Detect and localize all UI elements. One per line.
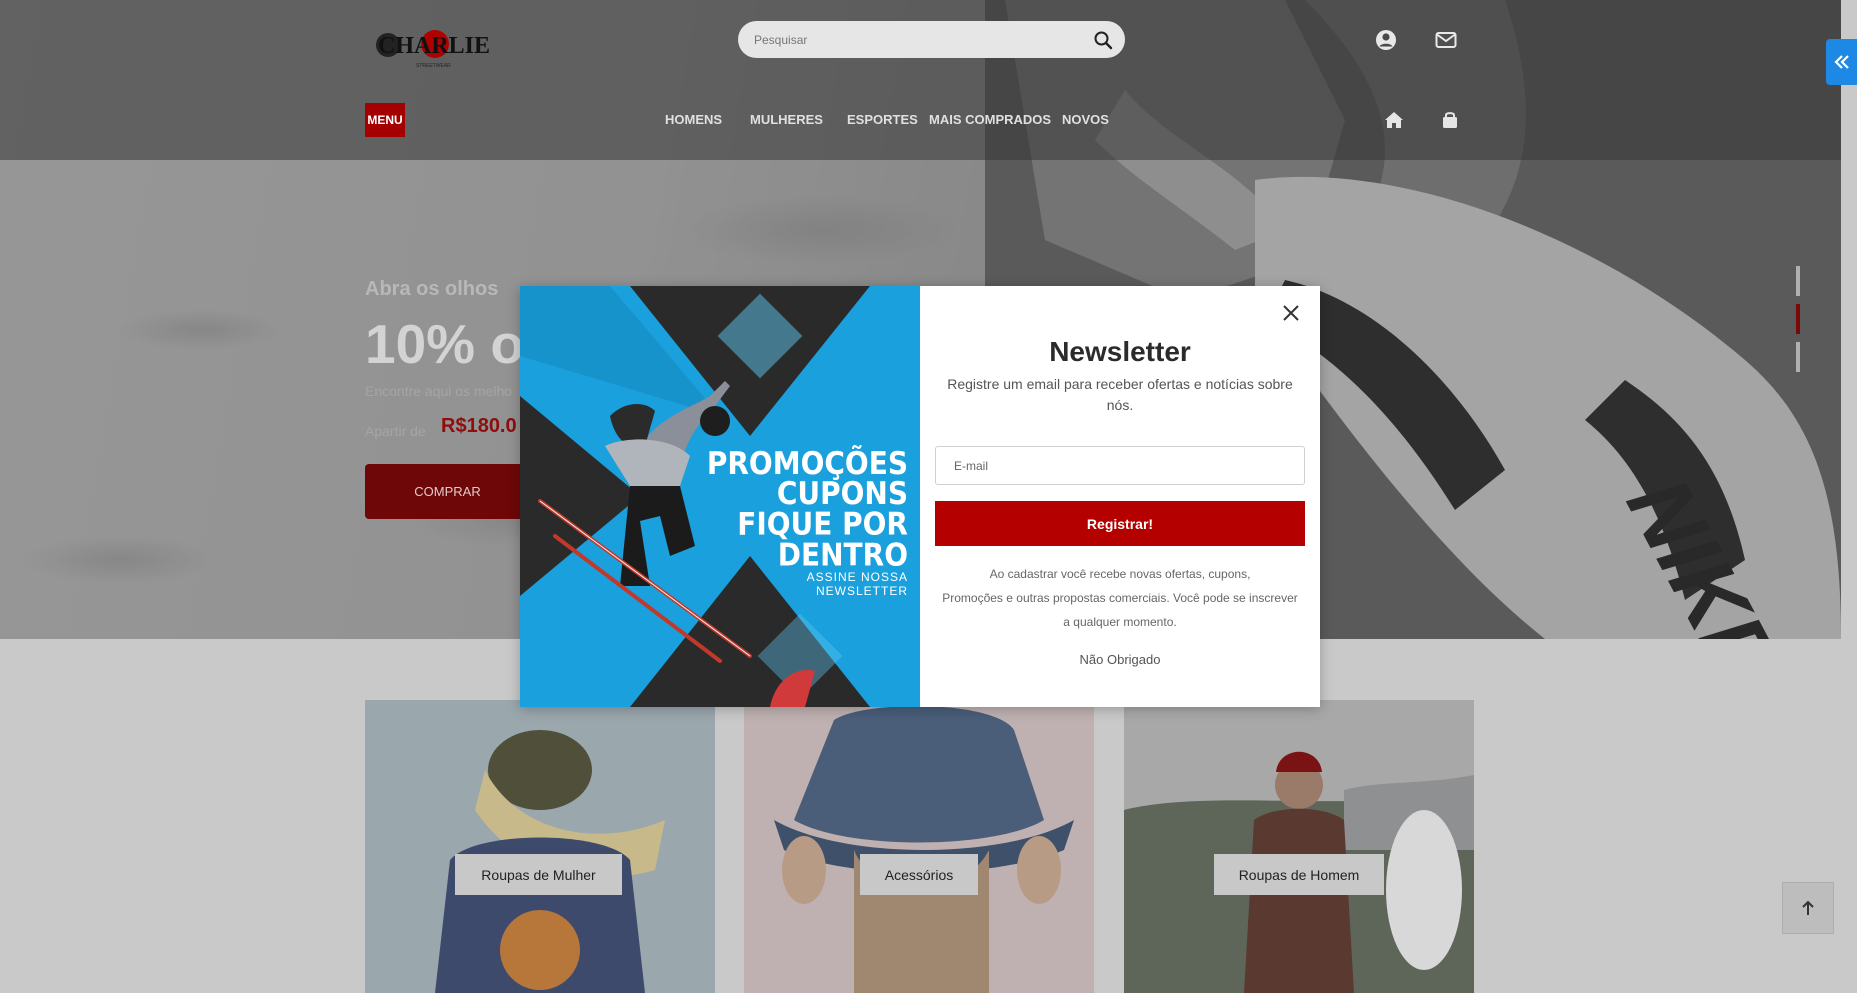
category-card-accessories[interactable]: Acessórios: [744, 700, 1094, 993]
logo-text: CHARLIE: [378, 33, 490, 59]
menu-button[interactable]: MENU: [365, 103, 405, 137]
hero-kicker: Abra os olhos: [365, 278, 499, 300]
legal-line-3: a qualquer momento.: [1063, 615, 1177, 629]
site-logo[interactable]: CHARLIE STREETWEAR: [374, 26, 494, 70]
no-thanks-link[interactable]: Não Obrigado: [920, 652, 1320, 667]
arrow-up-icon: [1802, 900, 1814, 915]
slider-indicator-3[interactable]: [1796, 342, 1800, 372]
email-field[interactable]: [935, 446, 1305, 485]
scroll-to-top-button[interactable]: [1782, 882, 1834, 934]
hero-subtitle: Encontre aqui os melho: [365, 383, 513, 399]
home-icon[interactable]: [1383, 109, 1405, 131]
hero-title: 10% o: [365, 313, 524, 375]
mail-icon[interactable]: [1434, 28, 1458, 52]
newsletter-description: Registre um email para receber ofertas e…: [947, 376, 1293, 413]
slider-indicator-1[interactable]: [1796, 266, 1800, 296]
site-header: CHARLIE STREETWEAR MENU HOMENS MULHERES …: [0, 0, 1841, 160]
newsletter-promo-image: PROMOÇÕES CUPONS FIQUE POR DENTRO ASSINE…: [520, 286, 920, 707]
men-clothing-image: [1124, 700, 1474, 993]
nav-esportes[interactable]: ESPORTES: [847, 112, 918, 127]
nav-mulheres[interactable]: MULHERES: [750, 112, 823, 127]
accessories-image: [744, 700, 1094, 993]
category-label-women[interactable]: Roupas de Mulher: [455, 854, 622, 895]
category-label-men[interactable]: Roupas de Homem: [1214, 854, 1384, 895]
slider-indicator-2[interactable]: [1796, 304, 1800, 334]
promo-graphic: PROMOÇÕES CUPONS FIQUE POR DENTRO ASSINE…: [520, 286, 920, 707]
buy-button[interactable]: COMPRAR: [365, 464, 530, 519]
register-button[interactable]: Registrar!: [935, 501, 1305, 546]
search-bar: [738, 21, 1125, 58]
logo-subtext: STREETWEAR: [416, 63, 451, 69]
category-card-women[interactable]: Roupas de Mulher: [365, 700, 715, 993]
sidebar-toggle[interactable]: [1826, 39, 1857, 85]
category-label-accessories[interactable]: Acessórios: [860, 854, 978, 895]
promo-sub-2: NEWSLETTER: [816, 584, 908, 598]
women-clothing-image: [365, 700, 715, 993]
close-icon[interactable]: [1279, 301, 1303, 325]
newsletter-title: Newsletter: [1049, 336, 1191, 367]
newsletter-form: Newsletter Registre um email para recebe…: [920, 286, 1320, 707]
nav-mais-comprados[interactable]: MAIS COMPRADOS: [929, 112, 1051, 127]
newsletter-modal: PROMOÇÕES CUPONS FIQUE POR DENTRO ASSINE…: [520, 286, 1320, 707]
nav-novos[interactable]: NOVOS: [1062, 112, 1109, 127]
promo-sub-1: ASSINE NOSSA: [807, 570, 908, 584]
legal-line-1: Ao cadastrar você recebe novas ofertas, …: [989, 567, 1251, 581]
newsletter-legal-text: Ao cadastrar você recebe novas ofertas, …: [930, 562, 1310, 634]
nav-homens[interactable]: HOMENS: [665, 112, 722, 127]
search-icon[interactable]: [1093, 30, 1113, 50]
shopping-bag-icon[interactable]: [1439, 109, 1461, 131]
search-input[interactable]: [754, 21, 1074, 58]
hero-price: R$180.0: [441, 415, 517, 437]
user-icon[interactable]: [1374, 28, 1398, 52]
category-card-men[interactable]: Roupas de Homem: [1124, 700, 1474, 993]
double-chevron-left-icon: [1833, 55, 1849, 69]
legal-line-2: Promoções e outras propostas comerciais.…: [942, 591, 1298, 605]
promo-line-4: DENTRO: [778, 537, 908, 573]
hero-from-label: Apartir de: [365, 423, 426, 439]
